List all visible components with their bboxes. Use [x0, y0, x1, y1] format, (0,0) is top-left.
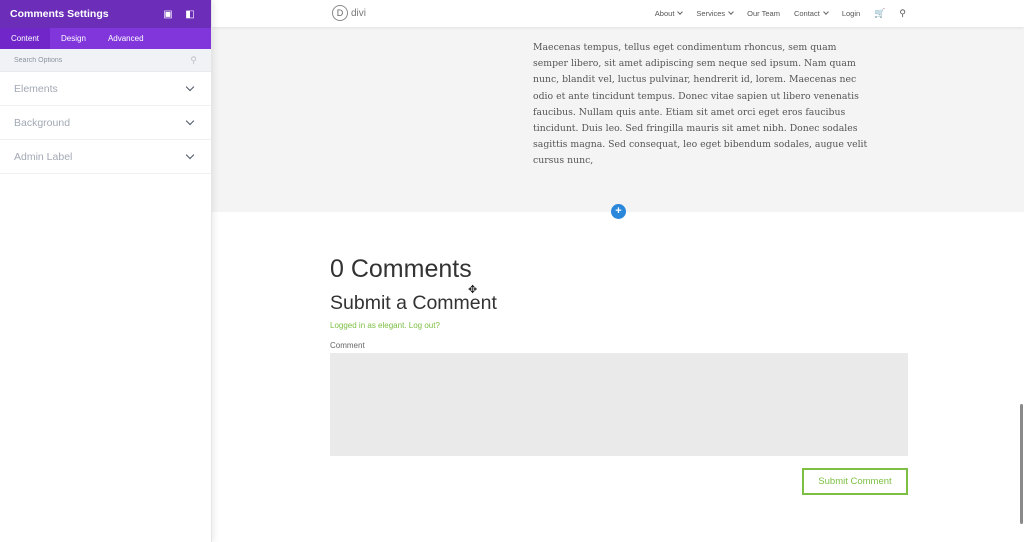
nav-item-services[interactable]: Services: [696, 9, 735, 18]
log-out-link[interactable]: Log out?: [409, 321, 440, 330]
sidebar-toggle-icon[interactable]: ◧: [179, 9, 201, 20]
nav-label: Contact: [793, 9, 820, 18]
page-scrollbar[interactable]: [1019, 0, 1024, 542]
toggle-admin-label[interactable]: Admin Label: [0, 140, 211, 174]
chevron-down-icon: [185, 82, 195, 92]
nav-label: Login: [841, 9, 861, 18]
main-nav: About Services Our Team Contact Login 🛒 …: [641, 0, 906, 27]
toggle-label: Elements: [14, 82, 58, 95]
comments-count-title: 0 Comments: [330, 255, 472, 283]
toggle-label: Admin Label: [14, 150, 73, 163]
logged-in-link[interactable]: Logged in as elegant.: [330, 321, 407, 330]
chevron-down-icon: [185, 150, 195, 160]
scrollbar-thumb[interactable]: [1020, 404, 1023, 524]
tab-advanced[interactable]: Advanced: [97, 28, 155, 49]
settings-panel: Comments Settings ▣ ◧ Content Design Adv…: [0, 0, 212, 542]
panel-title: Comments Settings: [10, 8, 109, 20]
fullscreen-icon[interactable]: ▣: [157, 9, 179, 20]
panel-tabs: Content Design Advanced: [0, 28, 211, 49]
add-row-button[interactable]: +: [611, 204, 626, 219]
nav-item-contact[interactable]: Contact: [793, 9, 829, 18]
cart-icon[interactable]: 🛒: [874, 8, 885, 19]
comment-textarea[interactable]: [330, 353, 908, 456]
chevron-down-icon: [728, 9, 735, 15]
logo-text: divi: [351, 7, 367, 19]
tab-design[interactable]: Design: [50, 28, 97, 49]
search-options-row: ⚲: [0, 49, 211, 72]
toggle-label: Background: [14, 116, 71, 129]
post-text-section: Maecenas tempus, tellus eget condimentum…: [212, 27, 1024, 212]
chevron-down-icon: [185, 116, 195, 126]
post-body-text: Maecenas tempus, tellus eget condimentum…: [533, 42, 868, 167]
logo-mark: D: [332, 5, 348, 21]
submit-comment-title: Submit a Comment: [330, 292, 497, 314]
nav-label: Services: [696, 9, 726, 18]
nav-item-login[interactable]: Login: [842, 9, 860, 18]
search-icon[interactable]: ⚲: [190, 55, 197, 66]
nav-label: About: [654, 9, 675, 18]
toggle-elements[interactable]: Elements: [0, 72, 211, 106]
comments-module: 0 Comments Submit a Comment Logged in as…: [330, 254, 908, 495]
chevron-down-icon: [822, 9, 829, 15]
toggle-background[interactable]: Background: [0, 106, 211, 140]
site-header: D divi About Services Our Team Contact L…: [212, 0, 1024, 27]
site-logo[interactable]: D divi: [332, 5, 366, 21]
logged-in-note: Logged in as elegant. Log out?: [330, 321, 908, 330]
move-cursor-icon: ✥: [468, 284, 478, 296]
tab-content[interactable]: Content: [0, 28, 51, 49]
nav-label: Our Team: [747, 9, 780, 18]
panel-header: Comments Settings ▣ ◧: [0, 0, 211, 28]
submit-comment-button[interactable]: Submit Comment: [802, 468, 908, 495]
comment-label: Comment: [330, 341, 365, 350]
search-icon[interactable]: ⚲: [899, 8, 906, 19]
chevron-down-icon: [677, 9, 684, 15]
nav-item-about[interactable]: About: [654, 9, 684, 18]
nav-item-our-team[interactable]: Our Team: [747, 9, 780, 18]
search-options-input[interactable]: [14, 56, 191, 64]
